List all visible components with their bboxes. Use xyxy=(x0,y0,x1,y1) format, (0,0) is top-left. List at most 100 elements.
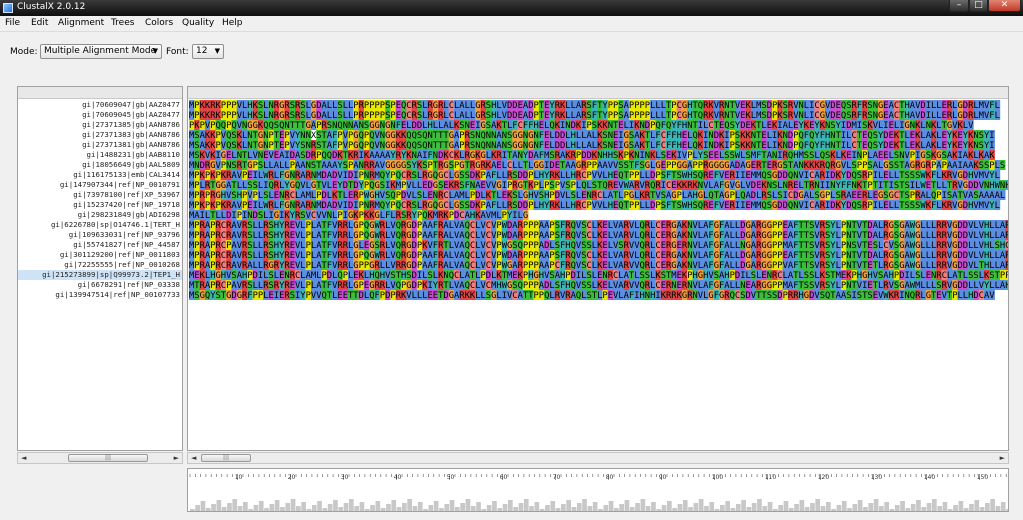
alignment-row[interactable]: MSAKKPVQSKLNTGNPTEPVYSNRSTAFPVPGQPQVNGGK… xyxy=(189,140,995,151)
sequence-name-row[interactable]: gi|18056649|gb|AAL5809 xyxy=(18,160,182,170)
ruler-label: 120 xyxy=(818,474,830,481)
sequence-residues: MPRAPRCRAVRALLRGRYREVLPLATFVRRLGPPGRLLVR… xyxy=(189,261,1009,271)
ruler-label: 30 xyxy=(341,474,349,481)
scroll-left-icon[interactable]: ◄ xyxy=(191,454,196,462)
sequence-residues: MPRAPRCRAVRSLLRSHYREVLPLATFVRRLGPQGWRLVQ… xyxy=(189,231,1009,241)
close-button[interactable]: ✕ xyxy=(988,0,1021,12)
mode-select-value: Multiple Alignment Mode xyxy=(44,46,157,56)
sequence-residues: MPKPKPKRAVPEILWRLFGNRARNMDADVIDIPNRMQYPQ… xyxy=(189,171,1000,181)
ruler-label: 40 xyxy=(394,474,402,481)
sequence-residues: MSKVKIGELNTLVNEVEAIDASDRPQQDKTKRIKAAAAYR… xyxy=(189,151,995,161)
mode-label: Mode: xyxy=(10,47,38,57)
sequence-residues: MPLRTGGATLLSSLIQRLYGQVLGTVLEYDTDYPQGSIKM… xyxy=(189,181,1009,191)
alignment-row[interactable]: MAILTLLDIPINDSLIGIKYRSVCVVNLPIGKPKKGLFLR… xyxy=(189,210,529,221)
chevron-down-icon: ▼ xyxy=(214,47,220,55)
alignment-horizontal-scrollbar[interactable]: ◄ ||| ► xyxy=(187,452,1009,464)
alignment-row[interactable]: MPRAPRCPAVRSLLRSHYREVLPLATFVRRLGLEGSRLVQ… xyxy=(189,240,1009,251)
sequence-name-row[interactable]: gi|301129200|ref|NP_0011803 xyxy=(18,250,182,260)
scroll-right-icon[interactable]: ► xyxy=(174,454,179,462)
alignment-row[interactable]: MPKKRKPPPVLHKSLNRGRSRSLGDALLSLLPRPPPPSPE… xyxy=(189,110,1001,121)
sequence-name-row[interactable]: gi|1488231|gb|AAB8110 xyxy=(18,150,182,160)
alignment-row[interactable]: MPRAPRCRAVRSLLRSHYREVLPLATFVRRLGPQGWRLVQ… xyxy=(189,220,1009,231)
font-size-select[interactable]: 12 ▼ xyxy=(192,44,224,59)
alignment-row[interactable]: MPLRTGGATLLSSLIQRLYGQVLGTVLEYDTDYPQGSIKM… xyxy=(189,180,1009,191)
alignment-row[interactable]: MSGQYSTGDGRFPPLEIERSIYPVVQTLEETTDLQFPDPR… xyxy=(189,290,995,301)
sequence-name-row[interactable]: gi|70609047|gb|AAZ0477 xyxy=(18,100,182,110)
ruler-label: 20 xyxy=(288,474,296,481)
menu-quality[interactable]: Quality xyxy=(182,18,214,28)
title-bar: ClustalX 2.0.12 – □ ✕ xyxy=(0,0,1023,16)
sequence-residues: MPKPKPKRAVPEILWRLFGNRARNMDADVIDIPNRMQYPQ… xyxy=(189,201,1000,211)
sequence-residues: MPKKRKPPPVLHKSLNRGRSRSLGDALLSLLPRPPPPSPE… xyxy=(189,111,1000,121)
menu-trees[interactable]: Trees xyxy=(111,18,134,28)
sequence-residues: MSGQYSTGDGRFPPLEIERSIYPVVQTLEETTDLQFPDPR… xyxy=(189,291,995,301)
sequence-residues: MNDRGVPNSRTGPSLLALLPAANSTAAAYSPANRRAVGGG… xyxy=(189,161,1005,171)
sequence-residues: MEKLHGHVSAHPDILSLENRCLAMLPDLQPLEKLHQHVST… xyxy=(189,271,1009,281)
ruler-label: 90 xyxy=(659,474,667,481)
alignment-row[interactable]: MSAKKPVQSKLNTGNPTEPVYNNXSTAFPVPGQPQVNGGK… xyxy=(189,130,995,141)
sequence-name-row[interactable]: gi|70609045|gb|AAZ0477 xyxy=(18,110,182,120)
sequence-residues: MSAKKPVQSKLNTGNPTEPVYNNXSTAFPVPGQPQVNGGK… xyxy=(189,131,995,141)
ruler-and-quality-histogram: 10 20 30 40 50 60 70 80 90 100 110 120 130 140 150 xyxy=(189,474,1008,511)
ruler-label: 130 xyxy=(871,474,883,481)
menu-help[interactable]: Help xyxy=(222,18,243,28)
sequence-name-row[interactable]: gi|298231849|gb|ADI6298 xyxy=(18,210,182,220)
menu-bar: File Edit Alignment Trees Colors Quality… xyxy=(0,16,1023,32)
clustalx-app-icon xyxy=(3,3,13,13)
sequence-names-panel[interactable]: gi|70609047|gb|AAZ0477 gi|70609045|gb|AAZ… xyxy=(17,86,183,451)
maximize-button[interactable]: □ xyxy=(969,0,988,12)
menu-file[interactable]: File xyxy=(5,18,20,28)
names-scroll-thumb[interactable]: ||| xyxy=(68,454,148,462)
ruler-label: 70 xyxy=(553,474,561,481)
sequence-name-row[interactable]: gi|109633031|ref|NP_93796 xyxy=(18,230,182,240)
names-horizontal-scrollbar[interactable]: ◄ ||| ► xyxy=(17,452,183,464)
sequence-residues: MSAKKPVQSKLNTGNPTEPVYSNRSTAFPVPGQPQVNGGK… xyxy=(189,141,995,151)
sequence-name-row[interactable]: gi|147907344|ref|NP_0010791 xyxy=(18,180,182,190)
scroll-grip-icon: ||| xyxy=(222,454,230,461)
alignment-row[interactable]: MPKKRKPPPVLHKSLNRGRSRSLGDALLSLLPRPPPPSPE… xyxy=(189,100,1001,111)
sequence-name-row[interactable]: gi|55741827|ref|NP_44587 xyxy=(18,240,182,250)
menu-colors[interactable]: Colors xyxy=(145,18,173,28)
font-label: Font: xyxy=(166,47,189,57)
alignment-row[interactable]: MPRAPRCRAVRALLRGRYREVLPLATFVRRLGPPGRLLVR… xyxy=(189,260,1009,271)
alignment-row[interactable]: MPRPRGHVSHPVPLSLENRCLAMLPDLKTLERPWGHVSQP… xyxy=(189,190,1006,201)
ruler-quality-panel: 10 20 30 40 50 60 70 80 90 100 110 120 130 140 150 xyxy=(187,468,1009,512)
sequence-name-row[interactable]: gi|72255555|ref|NP_0010268 xyxy=(18,260,182,270)
minimize-button[interactable]: – xyxy=(949,0,969,12)
sequence-name-row[interactable]: gi|6678291|ref|NP_03338 xyxy=(18,280,182,290)
sequence-name-row[interactable]: gi|6226780|sp|O14746.1|TERT_H xyxy=(18,220,182,230)
menu-alignment[interactable]: Alignment xyxy=(58,18,104,28)
alignment-row[interactable]: MSKVKIGELNTLVNEVEAIDASDRPQQDKTKRIKAAAAYR… xyxy=(189,150,995,161)
sequence-name-row[interactable]: gi|27371383|gb|AAN8786 xyxy=(18,130,182,140)
alignment-row[interactable]: MPRAPRCRAVRSLLRSHYREVLPLATFVRRLGPQGWRLVQ… xyxy=(189,250,1009,261)
alignment-panel[interactable]: MPKKRKPPPVLHKSLNRGRSRSLGDALLSLLPRPPPPSPE… xyxy=(187,86,1009,451)
ruler-label: 10 xyxy=(235,474,243,481)
sequence-residues: MAILTLLDIPINDSLIGIKYRSVCVVNLPIGKPKKGLFLR… xyxy=(189,211,528,221)
alignment-row[interactable]: MPKPKPKRAVPEILWRLFGNRARNMDADVIDIPNRMQYPQ… xyxy=(189,200,1001,211)
names-header xyxy=(18,87,182,99)
sequence-residues: MTRAPRCPAVRSLLRSRYREVLPLATFVRRLGPEGRRLVQ… xyxy=(189,281,1009,291)
alignment-row[interactable]: MPKPKPKRAVPEILWRLFGNRARNMDADVIDIPNRMQYPQ… xyxy=(189,170,1001,181)
sequence-name-row[interactable]: gi|139947514|ref|NP_00107733 xyxy=(18,290,182,300)
alignment-row[interactable]: PKPVPQQPQVNGGKQQSQNTTTGAPRSNQNNANSGGNGNF… xyxy=(189,120,974,131)
alignment-scroll-thumb[interactable]: ||| xyxy=(201,454,251,462)
mode-select[interactable]: Multiple Alignment Mode ▼ xyxy=(40,44,162,59)
alignment-row[interactable]: MNDRGVPNSRTGPSLLALLPAANSTAAAYSPANRRAVGGG… xyxy=(189,160,1006,171)
sequence-name-row[interactable]: gi|27371381|gb|AAN8786 xyxy=(18,140,182,150)
alignment-row[interactable]: MPRAPRCRAVRSLLRSHYREVLPLATFVRRLGPQGWRLVQ… xyxy=(189,230,1009,241)
ruler-label: 100 xyxy=(712,474,724,481)
toolbar: Mode: Multiple Alignment Mode ▼ Font: 12… xyxy=(0,33,1023,77)
alignment-row[interactable]: MEKLHGHVSAHPDILSLENRCLAMLPDLQPLEKLHQHVST… xyxy=(189,270,1009,281)
menu-edit[interactable]: Edit xyxy=(31,18,48,28)
sequence-name-row[interactable]: gi|116175133|emb|CAL3414 xyxy=(18,170,182,180)
sequence-name-row[interactable]: gi|73978100|ref|XP_53967 xyxy=(18,190,182,200)
ruler-label: 110 xyxy=(765,474,777,481)
sequence-name-row[interactable]: gi|215273899|sp|Q99973.2|TEP1_H xyxy=(18,270,182,280)
sequence-name-row[interactable]: gi|27371385|gb|AAN8786 xyxy=(18,120,182,130)
alignment-view[interactable]: MPKKRKPPPVLHKSLNRGRSRSLGDALLSLLPRPPPPSPE… xyxy=(189,100,1009,440)
scroll-right-icon[interactable]: ► xyxy=(1000,454,1005,462)
scroll-left-icon[interactable]: ◄ xyxy=(21,454,26,462)
alignment-row[interactable]: MTRAPRCPAVRSLLRSRYREVLPLATFVRRLGPEGRRLVQ… xyxy=(189,280,1009,291)
window-title: ClustalX 2.0.12 xyxy=(17,2,86,12)
sequence-name-row[interactable]: gi|15237420|ref|NP_19718 xyxy=(18,200,182,210)
